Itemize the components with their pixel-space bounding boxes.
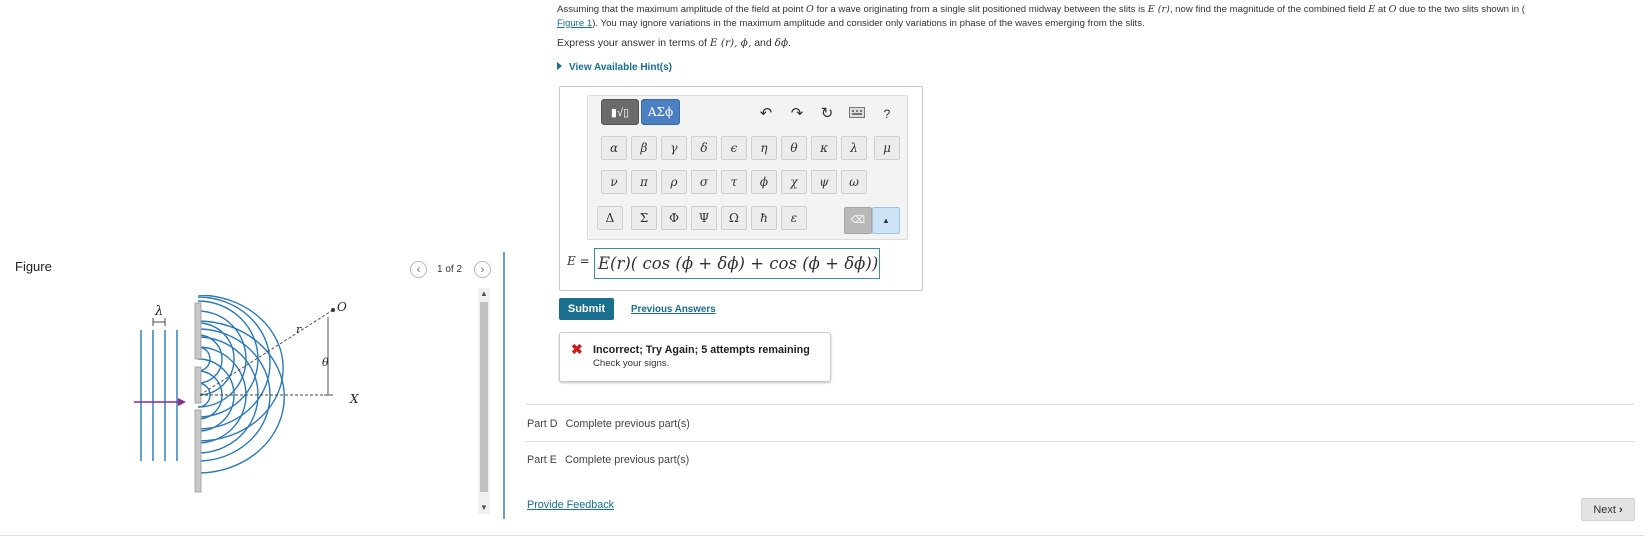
o-label: O (337, 300, 347, 314)
key-gamma[interactable]: γ (661, 136, 687, 160)
bottom-divider (0, 535, 1644, 536)
express-instruction: Express your answer in terms of E (r), ϕ… (557, 37, 792, 49)
submit-button[interactable]: Submit (559, 298, 614, 320)
key-eta[interactable]: η (751, 136, 777, 160)
key-rho[interactable]: ρ (661, 170, 687, 194)
key-delta[interactable]: δ (691, 136, 717, 160)
lambda-label: λ (154, 304, 163, 319)
part-label: Part E (527, 454, 558, 466)
next-button[interactable]: Next › (1581, 498, 1635, 521)
part-label: Part D (527, 418, 558, 430)
reset-icon[interactable]: ↻ (818, 104, 836, 122)
incident-arrow-head (178, 398, 186, 406)
keyboard-icon[interactable] (848, 105, 866, 122)
error-x-icon: ✖ (571, 341, 583, 357)
key-sigma[interactable]: σ (691, 170, 717, 194)
chevron-right-icon: › (480, 263, 485, 276)
chevron-up-icon: ▲ (882, 216, 890, 225)
figure-pager-count: 1 of 2 (437, 264, 463, 275)
key-hbar[interactable]: ħ (751, 206, 777, 230)
scroll-down-icon[interactable]: ▼ (478, 502, 490, 514)
key-omega[interactable]: ω (841, 170, 867, 194)
feedback-message: Check your signs. (593, 358, 670, 369)
figure-prev-button[interactable]: ‹ (410, 261, 427, 278)
scroll-up-icon[interactable]: ▲ (478, 288, 490, 300)
x-label: X (349, 392, 359, 406)
equation-label: E = (567, 254, 590, 268)
figure-title: Figure (15, 259, 52, 274)
undo-icon[interactable]: ↶ (757, 104, 775, 122)
key-capital-phi[interactable]: Φ (661, 206, 687, 230)
theta-label: θ (322, 356, 329, 369)
key-epsilon[interactable]: ϵ (721, 136, 747, 160)
templates-button[interactable]: ▮√▯ (601, 99, 639, 125)
divider (526, 404, 1634, 405)
slit-1-wavefronts (197, 295, 284, 442)
divider (526, 441, 1634, 442)
keyboard-toggle-button[interactable]: ▲ (872, 207, 900, 234)
key-tau[interactable]: τ (721, 170, 747, 194)
key-capital-psi[interactable]: Ψ (691, 206, 717, 230)
key-beta[interactable]: β (631, 136, 657, 160)
backspace-icon[interactable]: ⌫ (844, 207, 872, 234)
point-o-marker (331, 308, 335, 312)
part-status: Complete previous part(s) (565, 454, 690, 466)
slit-2-wavefronts (197, 320, 285, 474)
greek-symbols-button[interactable]: ΑΣϕ (641, 99, 680, 125)
key-mu[interactable]: μ (874, 136, 900, 160)
view-hints-link[interactable]: View Available Hint(s) (557, 62, 672, 73)
key-theta[interactable]: θ (781, 136, 807, 160)
key-capital-delta[interactable]: Δ (597, 206, 623, 230)
key-psi[interactable]: ψ (811, 170, 837, 194)
redo-icon[interactable]: ↷ (788, 104, 806, 122)
key-chi[interactable]: χ (781, 170, 807, 194)
panel-divider (503, 252, 505, 519)
figure-next-button[interactable]: › (474, 261, 491, 278)
r-label: r (296, 323, 302, 336)
question-text: Assuming that the maximum amplitude of t… (557, 4, 1525, 29)
chevron-right-icon: › (1619, 503, 1623, 516)
feedback-box (559, 332, 831, 382)
figure-scrollbar[interactable]: ▲ ▼ (478, 288, 490, 514)
key-capital-omega[interactable]: Ω (721, 206, 747, 230)
chevron-left-icon: ‹ (416, 263, 421, 276)
provide-feedback-link[interactable]: Provide Feedback (527, 499, 614, 511)
previous-answers-link[interactable]: Previous Answers (631, 304, 716, 315)
answer-input[interactable]: E(r)( cos (ϕ + δϕ) + cos (ϕ + δϕ)) (594, 248, 880, 279)
key-phi[interactable]: ϕ (751, 170, 777, 194)
key-varepsilon[interactable]: ε (781, 206, 807, 230)
part-status: Complete previous part(s) (565, 418, 690, 430)
part-d-row[interactable]: Part D Complete previous part(s) (527, 418, 690, 430)
key-pi[interactable]: π (631, 170, 657, 194)
help-icon[interactable]: ? (878, 107, 896, 121)
key-alpha[interactable]: α (601, 136, 627, 160)
scroll-thumb[interactable] (480, 302, 488, 492)
double-slit-diagram: λ r O θ X (134, 295, 359, 493)
part-e-row[interactable]: Part E Complete previous part(s) (527, 454, 689, 466)
key-lambda[interactable]: λ (841, 136, 867, 160)
feedback-title: Incorrect; Try Again; 5 attempts remaini… (593, 344, 810, 356)
incident-wavefronts (140, 330, 178, 461)
slit-barrier (194, 302, 202, 493)
key-capital-sigma[interactable]: Σ (631, 206, 657, 230)
key-nu[interactable]: ν (601, 170, 627, 194)
key-kappa[interactable]: κ (811, 136, 837, 160)
caret-right-icon (557, 62, 562, 70)
figure-link[interactable]: Figure 1 (557, 18, 592, 29)
